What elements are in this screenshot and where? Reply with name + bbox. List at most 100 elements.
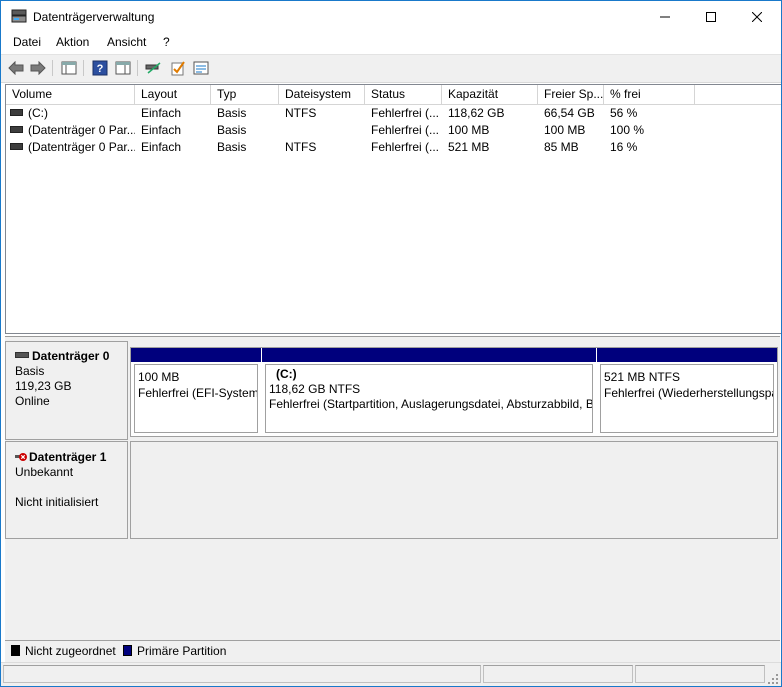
cell-layout: Einfach — [141, 123, 182, 137]
cell-freier-speicher: 66,54 GB — [544, 106, 595, 120]
legend-item-primary: Primäre Partition — [123, 644, 226, 659]
menu-bar: Datei Aktion Ansicht ? — [1, 32, 781, 53]
partition-bar — [262, 348, 596, 362]
cell-dateisystem: NTFS — [285, 140, 317, 154]
list-icon — [193, 61, 209, 75]
properties-button[interactable] — [113, 59, 133, 77]
cell-layout: Einfach — [141, 106, 182, 120]
disk-1-name: Datenträger 1 — [29, 450, 107, 464]
legend-label: Nicht zugeordnet — [25, 644, 116, 658]
partition-body: (C:) 118,62 GB NTFS Fehlerfrei (Startpar… — [265, 364, 593, 433]
partition-size: 100 MB — [138, 370, 180, 384]
disk-graphical-view: Datenträger 0 Basis 119,23 GB Online 100… — [5, 336, 780, 641]
disk-management-app-icon — [11, 9, 27, 23]
cell-dateisystem: NTFS — [285, 106, 317, 120]
close-button[interactable] — [734, 1, 780, 32]
legend: Nicht zugeordnet Primäre Partition — [5, 640, 780, 662]
help-icon: ? — [92, 60, 108, 76]
legend-label: Primäre Partition — [137, 644, 227, 658]
forward-button[interactable] — [28, 59, 48, 77]
column-header-volume[interactable]: Volume — [6, 85, 135, 104]
partition-status: Fehlerfrei (EFI-Systempartition) — [138, 386, 258, 400]
partition-efi[interactable]: 100 MB Fehlerfrei (EFI-Systempartition) — [131, 348, 261, 436]
partition-bar — [597, 348, 777, 362]
cell-freier-speicher: 85 MB — [544, 140, 579, 154]
menu-datei[interactable]: Datei — [13, 35, 41, 49]
cell-status: Fehlerfrei (... — [371, 106, 440, 120]
resize-grip-icon[interactable] — [767, 673, 779, 685]
partition-body: 521 MB NTFS Fehlerfrei (Wiederherstellun… — [600, 364, 774, 433]
disk-1-area[interactable] — [130, 441, 778, 539]
menu-ansicht[interactable]: Ansicht — [107, 35, 146, 49]
rescan-button[interactable] — [144, 59, 164, 77]
window-title: Datenträgerverwaltung — [33, 10, 155, 24]
column-header-prozent-frei[interactable]: % frei — [604, 85, 695, 104]
disk-1-size — [15, 480, 127, 495]
cell-volume: (Datenträger 0 Par... — [6, 122, 135, 139]
volume-name: (Datenträger 0 Par... — [28, 123, 135, 137]
cell-volume: (Datenträger 0 Par... — [6, 139, 135, 156]
status-segment — [635, 665, 765, 683]
disk-0-size: 119,23 GB — [15, 379, 72, 393]
back-button[interactable] — [6, 59, 26, 77]
partition-title: (C:) — [276, 367, 297, 381]
volume-name: (C:) — [28, 106, 48, 120]
cell-status: Fehlerfrei (... — [371, 140, 440, 154]
column-header-freier-speicher[interactable]: Freier Sp... — [538, 85, 604, 104]
volume-list[interactable]: Volume Layout Typ Dateisystem Status Kap… — [5, 84, 781, 334]
help-button[interactable]: ? — [90, 59, 110, 77]
disk-0-label[interactable]: Datenträger 0 Basis 119,23 GB Online — [5, 341, 128, 440]
column-header-status[interactable]: Status — [365, 85, 442, 104]
check-button[interactable] — [168, 59, 188, 77]
minimize-icon — [660, 16, 670, 17]
volume-icon — [10, 143, 23, 151]
maximize-icon — [706, 11, 716, 22]
console-tree-icon — [61, 61, 77, 75]
close-icon — [752, 11, 762, 22]
table-row[interactable]: (Datenträger 0 Par... Einfach Basis NTFS… — [6, 139, 781, 156]
column-header-typ[interactable]: Typ — [211, 85, 279, 104]
disk-1-label[interactable]: Datenträger 1 Unbekannt Nicht initialisi… — [5, 441, 128, 539]
disk-1-state: Nicht initialisiert — [15, 495, 99, 509]
cell-prozent-frei: 56 % — [610, 106, 638, 120]
column-header-layout[interactable]: Layout — [135, 85, 211, 104]
cell-dateisystem — [279, 122, 365, 139]
cell-typ: Basis — [217, 123, 247, 137]
minimize-button[interactable] — [642, 1, 688, 32]
cell-prozent-frei: 16 % — [610, 140, 638, 154]
partition-c[interactable]: (C:) 118,62 GB NTFS Fehlerfrei (Startpar… — [262, 348, 596, 436]
properties-icon — [115, 61, 131, 75]
cell-status: Fehlerfrei (... — [371, 123, 440, 137]
disk-0-state: Online — [15, 394, 50, 408]
column-header-dateisystem[interactable]: Dateisystem — [279, 85, 365, 104]
menu-aktion[interactable]: Aktion — [56, 35, 89, 49]
partition-recovery[interactable]: 521 MB NTFS Fehlerfrei (Wiederherstellun… — [597, 348, 777, 436]
table-row[interactable]: (C:) Einfach Basis NTFS Fehlerfrei (... … — [6, 105, 781, 122]
console-tree-button[interactable] — [59, 59, 79, 77]
volume-name: (Datenträger 0 Par... — [28, 140, 135, 154]
partition-status: Fehlerfrei (Wiederherstellungspartition) — [604, 386, 774, 400]
partition-status: Fehlerfrei (Startpartition, Auslagerungs… — [269, 397, 593, 411]
disk-0-partitions: 100 MB Fehlerfrei (EFI-Systempartition) … — [130, 347, 778, 437]
maximize-button[interactable] — [688, 1, 734, 32]
partition-body: 100 MB Fehlerfrei (EFI-Systempartition) — [134, 364, 258, 433]
cell-typ: Basis — [217, 140, 247, 154]
cell-typ: Basis — [217, 106, 247, 120]
list-button[interactable] — [191, 59, 211, 77]
partition-size: 521 MB NTFS — [604, 370, 681, 384]
cell-volume: (C:) — [6, 105, 135, 122]
menu-help[interactable]: ? — [163, 35, 170, 49]
title-bar[interactable]: Datenträgerverwaltung — [1, 1, 781, 32]
volume-icon — [10, 109, 23, 117]
disk-management-window: Datenträgerverwaltung Datei Aktion Ansic… — [0, 0, 782, 687]
disk-icon — [15, 351, 29, 358]
cell-kapazitaet: 100 MB — [448, 123, 490, 137]
forward-icon — [30, 61, 46, 75]
disk-error-icon — [15, 452, 27, 461]
legend-swatch-primary — [123, 645, 132, 657]
cell-kapazitaet: 521 MB — [448, 140, 490, 154]
column-header-kapazitaet[interactable]: Kapazität — [442, 85, 538, 104]
check-icon — [171, 61, 185, 76]
cell-freier-speicher: 100 MB — [544, 123, 586, 137]
table-row[interactable]: (Datenträger 0 Par... Einfach Basis Fehl… — [6, 122, 781, 139]
